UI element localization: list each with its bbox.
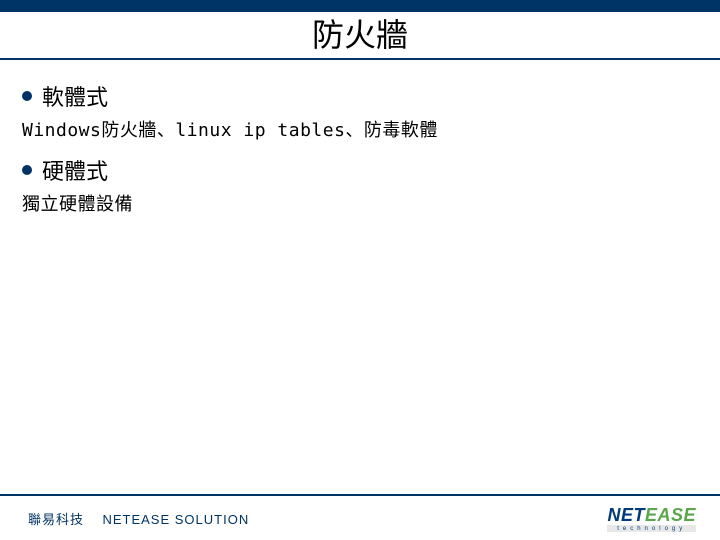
heading-text: 硬體式 [42,154,108,186]
logo-text-part2: EASE [645,505,696,525]
footer-logo: NETEASE technology [607,506,696,532]
footer-company: 聯易科技 NETEASE SOLUTION [28,509,249,528]
title-underline [0,58,720,60]
section-body: Windows防火牆、linux ip tables、防毒軟體 [22,116,698,142]
logo-text-part1: NET [607,505,645,525]
section-heading: 硬體式 [22,154,698,186]
heading-text: 軟體式 [42,80,108,112]
section-body: 獨立硬體設備 [22,190,698,216]
slide-title: 防火牆 [304,6,416,58]
footer: 聯易科技 NETEASE SOLUTION NETEASE technology [0,494,720,540]
section-heading: 軟體式 [22,80,698,112]
title-wrap: 防火牆 [0,0,720,58]
footer-company-cn: 聯易科技 [28,512,84,527]
logo-subtext: technology [607,525,696,532]
content-area: 軟體式 Windows防火牆、linux ip tables、防毒軟體 硬體式 … [0,58,720,216]
logo-wordmark: NETEASE [607,506,696,524]
bullet-icon [22,165,32,175]
footer-company-en: NETEASE SOLUTION [102,512,249,527]
footer-rule [0,494,720,496]
slide: 防火牆 軟體式 Windows防火牆、linux ip tables、防毒軟體 … [0,0,720,540]
bullet-icon [22,91,32,101]
